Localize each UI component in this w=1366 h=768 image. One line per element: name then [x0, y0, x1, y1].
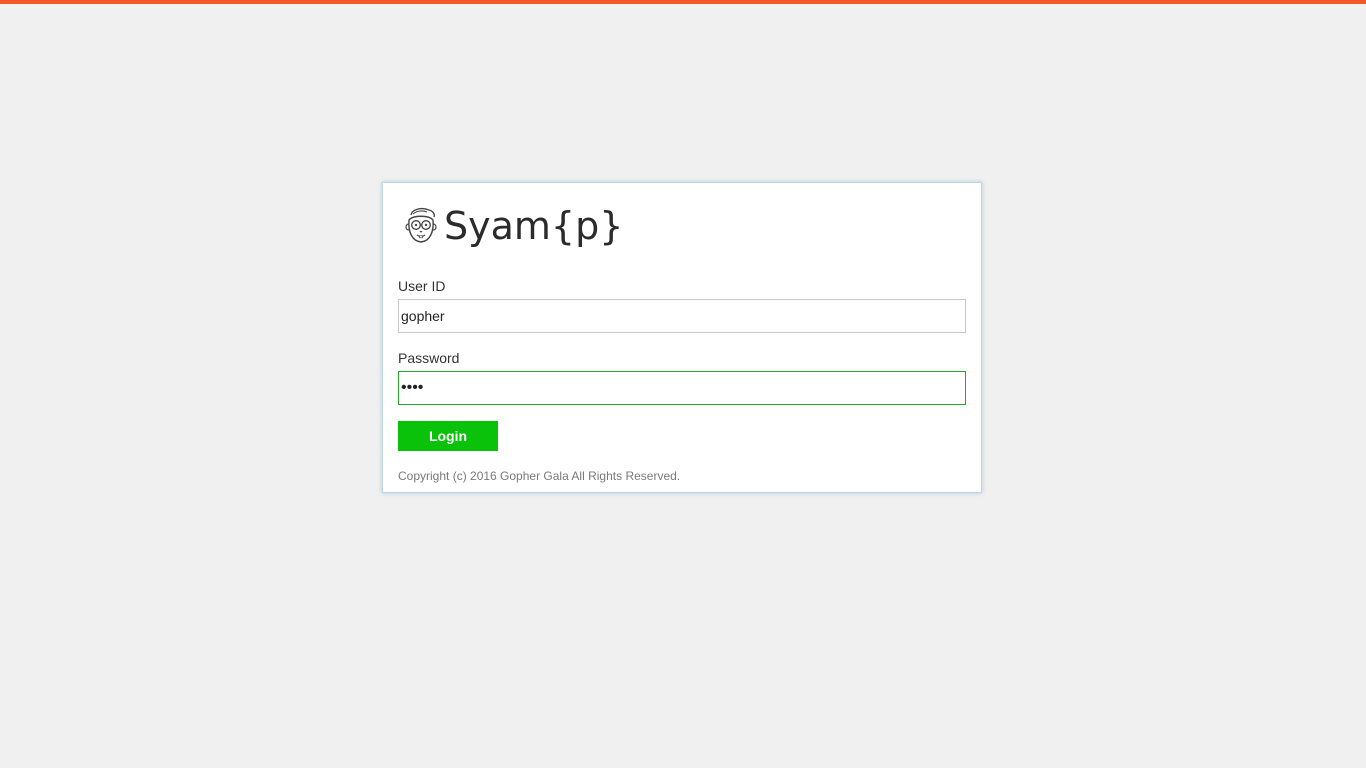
top-accent-bar [0, 0, 1366, 4]
user-id-input[interactable] [398, 299, 966, 333]
gopher-face-icon [405, 207, 437, 243]
password-input[interactable] [398, 371, 966, 405]
login-button[interactable]: Login [398, 421, 498, 451]
app-name: Syam{p} [444, 204, 624, 248]
login-card: Syam{p} User ID Password Login Copyright… [382, 182, 982, 493]
user-id-label: User ID [398, 278, 446, 294]
password-label: Password [398, 350, 460, 366]
brand: Syam{p} [402, 203, 623, 249]
copyright-text: Copyright (c) 2016 Gopher Gala All Right… [398, 469, 681, 483]
